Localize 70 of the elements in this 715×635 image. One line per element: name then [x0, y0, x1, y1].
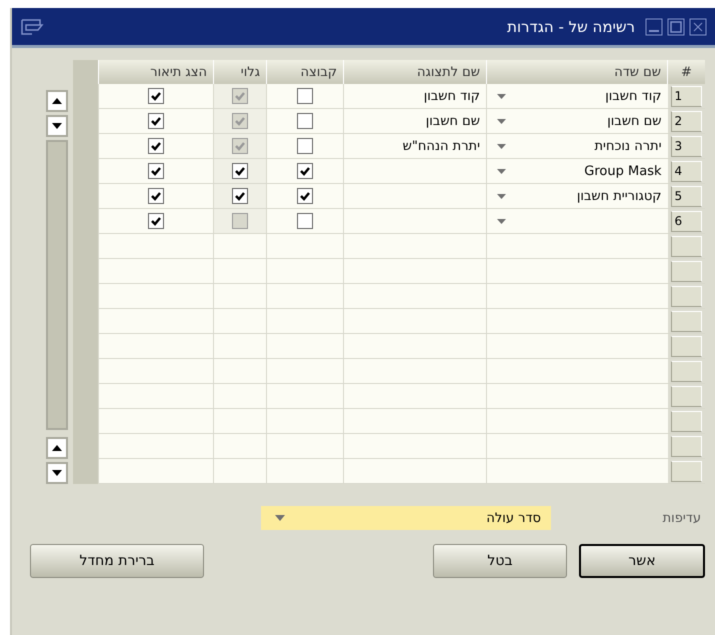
checkbox[interactable] [232, 188, 248, 204]
caret-icon [275, 515, 285, 521]
row-number[interactable] [670, 236, 702, 256]
row-number[interactable] [670, 386, 702, 406]
checkbox[interactable] [148, 88, 164, 104]
column-header[interactable]: קבוצה [266, 60, 344, 84]
row-number[interactable]: 4 [670, 160, 702, 182]
row-number[interactable]: 1 [670, 86, 702, 106]
table-cell-text: קוד חשבון [604, 88, 662, 104]
window-menu-icon[interactable] [20, 18, 44, 36]
row-number[interactable] [670, 286, 702, 306]
column-header[interactable]: גלוי [214, 60, 266, 84]
priority-dropdown[interactable]: סדר עולה [261, 506, 551, 530]
row-number[interactable] [670, 410, 702, 432]
down-arrow-icon [52, 123, 62, 129]
row-number[interactable]: 5 [670, 186, 702, 206]
table-cell-text: שם חשבון [606, 114, 662, 128]
row-number[interactable] [670, 336, 702, 356]
row-number[interactable] [670, 436, 702, 456]
row-number[interactable]: 6 [670, 210, 702, 232]
down-arrow-icon [52, 470, 62, 476]
scroll-down-button[interactable] [46, 462, 68, 484]
column-header[interactable]: שם שדה [486, 60, 668, 84]
window-title: רשימה של - הגדרות [507, 18, 635, 36]
dropdown-arrow-icon[interactable] [497, 119, 506, 124]
checkbox[interactable] [297, 88, 313, 104]
table-cell-text: קטגוריית חשבון [576, 188, 662, 204]
table-cell-text: Group Mask [583, 164, 662, 178]
table-cell-text: יתרה נוכחית [594, 138, 662, 154]
dropdown-arrow-icon[interactable] [497, 169, 506, 174]
dropdown-arrow-icon[interactable] [497, 144, 506, 149]
dropdown-arrow-icon[interactable] [497, 94, 506, 99]
checkbox[interactable] [148, 113, 164, 129]
minimize-icon[interactable] [645, 18, 663, 36]
dialog-button[interactable]: בטל [433, 544, 567, 578]
up-arrow-icon [52, 98, 62, 104]
checkbox[interactable] [297, 188, 313, 204]
table-cell: קוד חשבון [424, 88, 480, 104]
checkbox[interactable] [297, 163, 313, 179]
row-number[interactable] [670, 310, 702, 332]
checkbox[interactable] [297, 138, 313, 154]
close-icon[interactable] [689, 18, 707, 36]
scroll-down-button[interactable] [46, 115, 68, 137]
column-header[interactable]: שם לתצוגה [344, 60, 486, 84]
dialog-button[interactable]: ברירת מחדל [30, 544, 204, 578]
dialog-button[interactable]: אשר [579, 544, 705, 578]
table-cell: שם חשבון [426, 114, 480, 128]
table-cell: יתרת הנהח"ש [402, 138, 480, 154]
column-header[interactable]: הצג תיאור [98, 60, 214, 84]
scroll-up-button[interactable] [46, 90, 68, 112]
row-number[interactable] [670, 460, 702, 482]
row-number[interactable] [670, 360, 702, 382]
checkbox[interactable] [148, 138, 164, 154]
checkbox[interactable] [297, 113, 313, 129]
checkbox[interactable] [232, 163, 248, 179]
maximize-icon[interactable] [667, 18, 685, 36]
row-number[interactable]: 2 [670, 110, 702, 132]
dropdown-arrow-icon[interactable] [497, 219, 506, 224]
dropdown-arrow-icon[interactable] [497, 194, 506, 199]
row-number[interactable] [670, 260, 702, 282]
up-arrow-icon [52, 445, 62, 451]
scroll-track[interactable] [46, 140, 68, 430]
column-header[interactable]: # [668, 60, 705, 84]
checkbox[interactable] [148, 213, 164, 229]
scroll-up-button[interactable] [46, 437, 68, 459]
checkbox[interactable] [148, 163, 164, 179]
checkbox[interactable] [297, 213, 313, 229]
checkbox[interactable] [148, 188, 164, 204]
row-number[interactable]: 3 [670, 136, 702, 156]
field-label: עדיפות [662, 510, 702, 526]
